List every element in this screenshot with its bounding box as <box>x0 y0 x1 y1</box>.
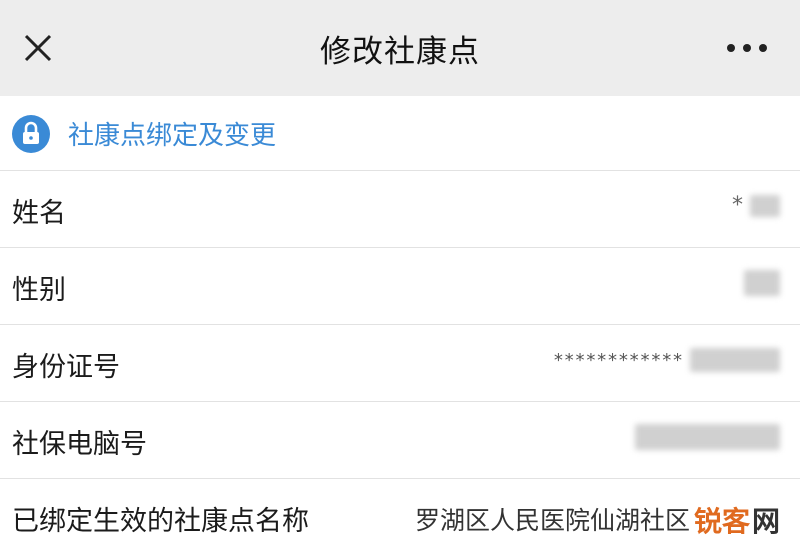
name-row: 姓名 * <box>0 171 800 248</box>
lock-icon <box>11 114 51 154</box>
id-number-value: ************ <box>553 347 780 372</box>
id-number-label: 身份证号 <box>12 352 120 383</box>
more-button[interactable] <box>724 40 770 56</box>
gender-value <box>744 270 780 296</box>
watermark-text: 锐客 <box>693 505 750 538</box>
redacted-block <box>690 348 780 372</box>
id-number-row: 身份证号 ************ <box>0 325 800 402</box>
binding-change-link[interactable]: 社康点绑定及变更 <box>68 115 276 152</box>
social-security-label: 社保电脑号 <box>12 429 147 460</box>
bound-clinic-name: 罗湖区人民医院仙湖社区 <box>414 506 690 535</box>
id-number-masked: ************ <box>552 350 683 371</box>
gender-label: 性别 <box>12 275 66 306</box>
redacted-block <box>744 270 780 296</box>
site-watermark: 锐客网 <box>694 500 780 540</box>
watermark-suffix: 网 <box>751 505 780 538</box>
social-security-value <box>635 424 780 450</box>
bound-clinic-row: 已绑定生效的社康点名称 罗湖区人民医院仙湖社区 <box>0 479 800 555</box>
redacted-block <box>750 195 780 217</box>
page-title: 修改社康点 <box>320 34 480 70</box>
bound-clinic-value: 罗湖区人民医院仙湖社区 <box>415 501 690 537</box>
gender-row: 性别 <box>0 248 800 325</box>
name-label: 姓名 <box>12 198 66 229</box>
binding-notice: 社康点绑定及变更 <box>0 96 800 171</box>
more-horizontal-icon <box>727 44 767 52</box>
name-value: * <box>732 193 780 218</box>
redacted-block <box>635 424 780 450</box>
bound-clinic-label: 已绑定生效的社康点名称 <box>12 506 309 537</box>
name-value-text: * <box>732 193 743 218</box>
social-security-row: 社保电脑号 <box>0 402 800 479</box>
title-bar: 修改社康点 <box>0 0 800 96</box>
